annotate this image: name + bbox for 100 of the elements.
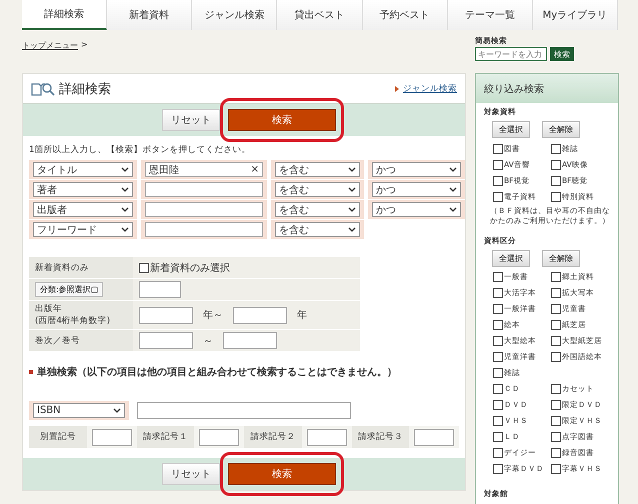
volume-to-field[interactable]: [223, 332, 277, 349]
checkbox[interactable]: [551, 416, 561, 426]
reset-button[interactable]: リセット: [162, 463, 220, 485]
checkbox[interactable]: [551, 304, 561, 314]
unit-label: 年: [297, 309, 307, 322]
field-select[interactable]: 著者: [33, 182, 133, 197]
checkbox[interactable]: [493, 288, 503, 298]
conjunction-select[interactable]: かつ: [372, 182, 461, 197]
code-label: 請求記号１: [142, 431, 188, 443]
chevron-down-icon: [121, 166, 129, 172]
checkbox[interactable]: [493, 176, 503, 186]
checkbox[interactable]: [551, 192, 561, 202]
breadcrumb-link[interactable]: トップメニュー: [22, 40, 78, 73]
checkbox-label: 新着資料のみ選択: [150, 262, 230, 274]
checkbox[interactable]: [493, 272, 503, 282]
checkbox[interactable]: [551, 400, 561, 410]
match-select[interactable]: を含む: [275, 182, 360, 197]
year-from-field[interactable]: [139, 306, 193, 324]
checkbox[interactable]: [493, 320, 503, 330]
chevron-down-icon: [121, 206, 129, 212]
code-label: 別置記号: [40, 431, 76, 443]
checkbox[interactable]: [493, 432, 503, 442]
checkbox[interactable]: [139, 262, 149, 272]
field-select[interactable]: フリーワード: [33, 222, 133, 237]
select-all-button[interactable]: 全選択: [492, 121, 530, 138]
select-all-button[interactable]: 全選択: [492, 250, 530, 266]
search-button[interactable]: 検索: [228, 463, 336, 485]
code-label: 請求記号２: [250, 431, 296, 443]
genre-search-link[interactable]: ジャンル検索: [403, 82, 457, 94]
year-to-field[interactable]: [233, 306, 287, 324]
checkbox[interactable]: [493, 400, 503, 410]
nav-tab[interactable]: 貸出ベスト: [277, 0, 363, 30]
classification-button[interactable]: 分類:参照選択▢: [35, 282, 104, 297]
clear-icon[interactable]: ×: [250, 164, 259, 175]
code-field[interactable]: [414, 428, 454, 446]
panel-title: 絞り込み検索: [484, 82, 544, 96]
match-select[interactable]: を含む: [275, 202, 360, 217]
isbn-field[interactable]: [137, 402, 351, 419]
checkbox[interactable]: [493, 416, 503, 426]
nav-tab[interactable]: テーマ一覧: [448, 0, 533, 30]
checkbox[interactable]: [551, 272, 561, 282]
field-select[interactable]: 出版者: [33, 202, 133, 217]
keyword-field[interactable]: キーワードを入力: [475, 47, 547, 61]
checkbox[interactable]: [493, 304, 503, 314]
checkbox[interactable]: [551, 160, 561, 170]
checkbox[interactable]: [551, 176, 561, 186]
row-note: (西暦4桁半角数字): [35, 315, 110, 327]
single-field-select[interactable]: ISBN: [33, 403, 125, 418]
code-field[interactable]: [306, 428, 347, 446]
clear-all-button[interactable]: 全解除: [542, 121, 580, 138]
section-heading: 単独検索（以下の項目は他の項目と組み合わせて検索することはできません。）: [37, 366, 397, 379]
checkbox[interactable]: [493, 464, 503, 474]
checkbox[interactable]: [493, 352, 503, 362]
triangle-bullet-icon: [395, 86, 399, 92]
conjunction-select[interactable]: かつ: [372, 162, 461, 177]
code-field[interactable]: [92, 428, 132, 446]
code-label: 請求記号３: [358, 431, 403, 443]
breadcrumb-separator: >: [81, 40, 88, 51]
nav-tab[interactable]: ジャンル検索: [192, 0, 278, 30]
conjunction-select[interactable]: かつ: [372, 202, 461, 217]
keyword-field[interactable]: [145, 222, 263, 237]
checkbox[interactable]: [493, 144, 503, 154]
checkbox[interactable]: [551, 144, 561, 154]
chevron-down-icon: [113, 408, 121, 414]
checkbox[interactable]: [493, 192, 503, 202]
nav-tab[interactable]: Myライブラリ: [532, 0, 618, 30]
checkbox[interactable]: [551, 288, 561, 298]
checkbox[interactable]: [551, 464, 561, 474]
checkbox[interactable]: [551, 352, 561, 362]
keyword-field[interactable]: [145, 202, 263, 217]
nav-tab[interactable]: 詳細検索: [22, 0, 108, 30]
checkbox[interactable]: [493, 384, 503, 394]
match-select[interactable]: を含む: [275, 162, 360, 177]
chevron-down-icon: [449, 186, 457, 192]
keyword-field[interactable]: [145, 182, 263, 197]
row-label: 新着資料のみ: [35, 262, 89, 274]
book-search-icon: [31, 80, 55, 96]
volume-from-field[interactable]: [139, 332, 193, 349]
checkbox[interactable]: [493, 336, 503, 346]
checkbox[interactable]: [551, 336, 561, 346]
classification-field[interactable]: [139, 281, 181, 298]
checkbox[interactable]: [551, 432, 561, 442]
clear-all-button[interactable]: 全解除: [542, 250, 580, 266]
nav-tab[interactable]: 新着資料: [107, 0, 192, 30]
reset-button[interactable]: リセット: [162, 109, 220, 131]
instruction-text: 1箇所以上入力し、【検索】ボタンを押してください。: [29, 144, 252, 156]
chevron-down-icon: [348, 166, 356, 172]
code-field[interactable]: [199, 428, 240, 446]
field-select[interactable]: タイトル: [33, 162, 133, 177]
search-button[interactable]: 検索: [550, 47, 574, 61]
checkbox[interactable]: [493, 368, 503, 378]
checkbox[interactable]: [551, 384, 561, 394]
checkbox[interactable]: [493, 448, 503, 458]
nav-tab[interactable]: 予約ベスト: [362, 0, 448, 30]
checkbox[interactable]: [551, 320, 561, 330]
search-button[interactable]: 検索: [228, 109, 336, 131]
checkbox[interactable]: [493, 160, 503, 170]
match-select[interactable]: を含む: [275, 222, 360, 237]
checkbox[interactable]: [551, 448, 561, 458]
keyword-field[interactable]: 恩田陸 ×: [145, 162, 263, 177]
